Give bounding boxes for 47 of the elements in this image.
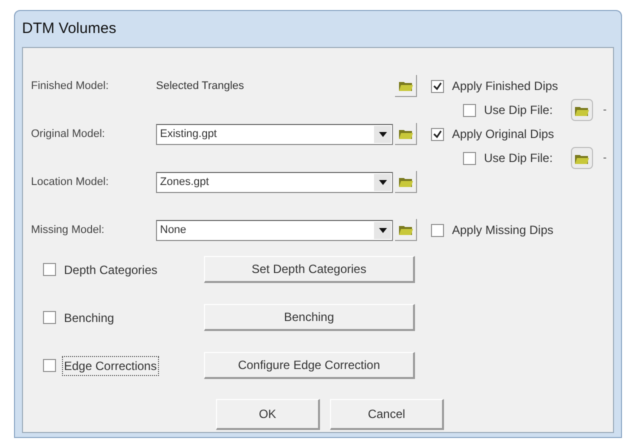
- dialog-button[interactable]: OK: [216, 399, 320, 430]
- checkbox[interactable]: [463, 152, 476, 164]
- open-folder-button[interactable]: [571, 147, 593, 169]
- checkbox-label: Depth Categories: [63, 262, 158, 278]
- model-dropdown[interactable]: Zones.gpt: [156, 172, 393, 192]
- open-folder-button[interactable]: [395, 171, 417, 193]
- dropdown-value: Existing.gpt: [159, 126, 218, 142]
- folder-icon: [398, 127, 414, 140]
- checkbox[interactable]: [43, 263, 56, 276]
- open-folder-button[interactable]: [395, 123, 417, 145]
- model-value: Selected Trangles: [156, 78, 246, 94]
- open-folder-button[interactable]: [395, 219, 417, 241]
- open-folder-button[interactable]: [571, 99, 593, 121]
- dropdown-value: None: [159, 222, 188, 238]
- model-dropdown[interactable]: Existing.gpt: [156, 124, 393, 144]
- field-label: Original Model:: [31, 126, 106, 142]
- open-folder-button[interactable]: [395, 75, 417, 97]
- dash-text: -: [603, 150, 607, 166]
- folder-icon: [398, 175, 414, 188]
- checkbox-label: Apply Finished Dips: [451, 78, 560, 95]
- field-label: Location Model:: [31, 174, 110, 190]
- dropdown-value: Zones.gpt: [159, 174, 210, 190]
- field-label: Finished Model:: [31, 78, 110, 94]
- check-icon: [433, 130, 442, 138]
- checkbox-label: Apply Original Dips: [451, 126, 556, 143]
- checkbox-label: Use Dip File:: [483, 150, 554, 167]
- window-title: DTM Volumes: [22, 18, 116, 39]
- checkbox-label: Benching: [63, 310, 116, 326]
- checkbox-label: Use Dip File:: [483, 102, 554, 119]
- checkbox[interactable]: [463, 104, 476, 116]
- checkbox[interactable]: [431, 80, 444, 92]
- folder-icon: [398, 223, 414, 236]
- field-label: Missing Model:: [31, 222, 106, 238]
- checkbox-label: Apply Missing Dips: [451, 222, 554, 239]
- model-dropdown[interactable]: None: [156, 220, 393, 240]
- checkbox[interactable]: [431, 128, 444, 140]
- option-button[interactable]: Set Depth Categories: [204, 256, 415, 283]
- checkbox-label: Edge Corrections: [62, 356, 159, 376]
- dialog-button[interactable]: Cancel: [330, 399, 444, 430]
- checkbox[interactable]: [43, 359, 56, 372]
- option-button[interactable]: Benching: [204, 304, 415, 331]
- dash-text: -: [603, 102, 607, 118]
- check-icon: [433, 82, 442, 90]
- checkbox[interactable]: [431, 224, 444, 236]
- option-button[interactable]: Configure Edge Correction: [204, 352, 415, 379]
- folder-icon: [398, 79, 414, 92]
- checkbox[interactable]: [43, 311, 56, 324]
